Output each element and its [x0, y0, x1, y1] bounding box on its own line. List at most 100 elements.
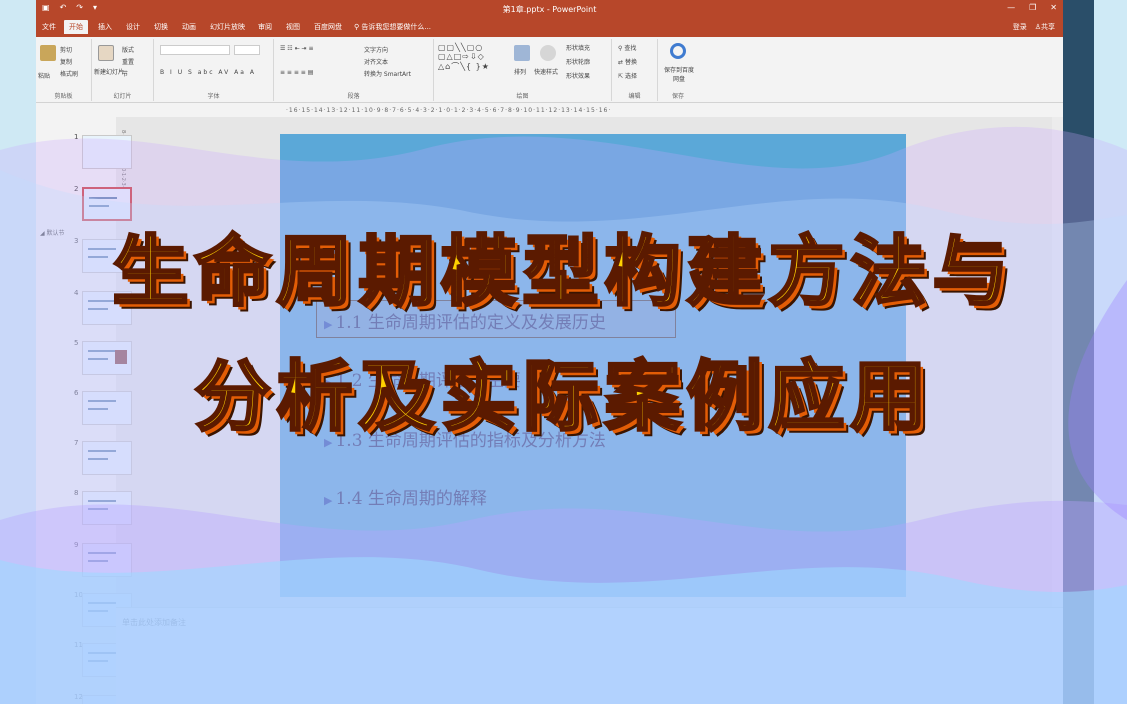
replace-label: 替换: [624, 59, 637, 66]
reset-button[interactable]: 重置: [122, 57, 134, 66]
group-label-font: 字体: [207, 93, 220, 100]
thumbnail-text-line: [88, 560, 108, 562]
shape-fill-button[interactable]: 形状填充: [566, 43, 590, 52]
ribbon: 粘贴 剪切 复制 格式刷 剪贴板 新建幻灯片 版式 重置 节 幻灯片 B I U…: [36, 37, 1063, 103]
group-label-save: 保存: [671, 93, 684, 100]
list-buttons[interactable]: ☰ ☷ ⇤ ⇥ ≡: [280, 45, 313, 52]
group-font: B I U S abc AV Aa A 字体: [154, 39, 274, 101]
headline-line-2: 分析及实际案例应用: [193, 351, 933, 443]
select-button[interactable]: ⇱ 选择: [618, 71, 637, 80]
thumbnail-text-line: [88, 602, 116, 604]
thumbnail-text-line: [88, 500, 116, 502]
tab-view[interactable]: 视图: [286, 22, 300, 32]
tell-me-search[interactable]: ⚲ 告诉我您想要做什么...: [354, 22, 431, 32]
slide-thumbnail[interactable]: [82, 441, 132, 475]
thumbnail-text-line: [88, 450, 116, 452]
window-title: 第1章.pptx - PowerPoint: [502, 5, 597, 14]
window-controls: — ❐ ✕: [1007, 3, 1057, 12]
paste-icon[interactable]: [40, 45, 56, 61]
thumbnail-text-line: [88, 660, 108, 662]
arrange-icon[interactable]: [514, 45, 530, 61]
format-painter-button[interactable]: 格式刷: [60, 69, 78, 78]
smartart-button[interactable]: 转换为 SmartArt: [364, 69, 411, 78]
shape-effects-button[interactable]: 形状效果: [566, 71, 590, 80]
cut-button[interactable]: 剪切: [60, 45, 72, 54]
shape-outline-button[interactable]: 形状轮廓: [566, 57, 590, 66]
tell-me-text: 告诉我您想要做什么...: [361, 23, 432, 31]
slide-thumbnail[interactable]: [82, 491, 132, 525]
slide-number: 8: [74, 489, 79, 497]
share-button[interactable]: ♙共享: [1035, 22, 1055, 32]
thumbnail-text-line: [88, 610, 108, 612]
close-button[interactable]: ✕: [1050, 3, 1057, 12]
slide-number: 1: [74, 133, 79, 141]
share-label: 共享: [1041, 23, 1055, 31]
group-drawing: ▢▢╲╲▢○ ▢△□⇨⇩◇ △⌂⌒╲{ }★ 排列 快速样式 形状填充 形状轮廓 形…: [434, 39, 612, 101]
thumbnail-text-line: [88, 552, 116, 554]
find-label: 查找: [624, 45, 637, 52]
align-buttons[interactable]: ≡ ≡ ≡ ≡ ▤: [280, 69, 313, 76]
slide-number: 9: [74, 541, 79, 549]
thumbnail-text-line: [88, 508, 108, 510]
layout-button[interactable]: 版式: [122, 45, 134, 54]
align-text-button[interactable]: 对齐文本: [364, 57, 388, 66]
tab-file[interactable]: 文件: [42, 22, 56, 32]
thumbnail-text-line: [88, 652, 116, 654]
find-button[interactable]: ⚲ 查找: [618, 43, 636, 52]
thumbnail-text-line: [89, 205, 109, 207]
minimize-button[interactable]: —: [1007, 3, 1015, 12]
tab-review[interactable]: 审阅: [258, 22, 272, 32]
font-size-select[interactable]: [234, 45, 260, 55]
tab-animations[interactable]: 动画: [182, 22, 196, 32]
quick-styles-icon[interactable]: [540, 45, 556, 61]
ribbon-tabs: 文件 开始 插入 设计 切换 动画 幻灯片放映 审阅 视图 百度网盘 ⚲ 告诉我…: [36, 17, 1063, 37]
tab-slideshow[interactable]: 幻灯片放映: [210, 22, 245, 32]
text-direction-button[interactable]: 文字方向: [364, 45, 388, 54]
group-label-slides: 幻灯片: [113, 93, 132, 100]
tab-home[interactable]: 开始: [64, 20, 88, 34]
notes-pane[interactable]: 单击此处添加备注: [116, 607, 1063, 704]
arrange-button[interactable]: 排列: [514, 67, 526, 76]
group-save: 保存到百度网盘 保存: [658, 39, 698, 101]
group-label-paragraph: 段落: [347, 93, 360, 100]
section-button[interactable]: 节: [122, 69, 128, 78]
group-label-editing: 编辑: [628, 93, 641, 100]
font-name-select[interactable]: [160, 45, 230, 55]
replace-button[interactable]: ⇄ 替换: [618, 57, 637, 66]
bullet-triangle-icon: ▶: [324, 494, 333, 507]
horizontal-ruler: ·16·15·14·13·12·11·10·9·8·7·6·5·4·3·2·1·…: [286, 107, 612, 114]
baidu-cloud-icon[interactable]: [670, 43, 686, 59]
headline-line-1: 生命周期模型构建方法与: [111, 226, 1015, 318]
account-area: 登录 ♙共享: [1013, 22, 1055, 32]
tab-design[interactable]: 设计: [126, 22, 140, 32]
group-editing: ⚲ 查找 ⇄ 替换 ⇱ 选择 编辑: [612, 39, 658, 101]
title-bar: ▣ ↶ ↷ ▾ 第1章.pptx - PowerPoint — ❐ ✕: [36, 0, 1063, 17]
login-link[interactable]: 登录: [1013, 22, 1027, 32]
quick-styles-button[interactable]: 快速样式: [534, 67, 558, 76]
select-label: 选择: [624, 73, 637, 80]
slide-thumbnail[interactable]: [82, 543, 132, 577]
thumbnail-text-line: [88, 458, 108, 460]
slide-thumbnail[interactable]: [82, 135, 132, 169]
bullet-item[interactable]: ▶ 1.4 生命周期的解释: [324, 484, 487, 509]
copy-button[interactable]: 复制: [60, 57, 72, 66]
slide-number: 2: [74, 185, 79, 193]
group-clipboard: 粘贴 剪切 复制 格式刷 剪贴板: [36, 39, 92, 101]
notes-placeholder: 单击此处添加备注: [122, 618, 186, 627]
new-slide-icon[interactable]: [98, 45, 114, 61]
shapes-gallery[interactable]: ▢▢╲╲▢○ ▢△□⇨⇩◇ △⌂⌒╲{ }★: [438, 43, 490, 72]
select-icon: ⇱: [618, 73, 625, 80]
paste-button[interactable]: 粘贴: [38, 71, 50, 80]
group-label-drawing: 绘图: [516, 93, 529, 100]
save-to-netdisk-button[interactable]: 保存到百度网盘: [662, 65, 696, 83]
replace-icon: ⇄: [618, 59, 625, 66]
font-format-buttons[interactable]: B I U S abc AV Aa A: [160, 69, 256, 76]
tab-transitions[interactable]: 切换: [154, 22, 168, 32]
tab-insert[interactable]: 插入: [98, 22, 112, 32]
tab-baidu-netdisk[interactable]: 百度网盘: [314, 22, 342, 32]
thumbnail-text-line: [89, 197, 117, 199]
new-slide-button[interactable]: 新建幻灯片: [94, 67, 124, 76]
group-paragraph: ☰ ☷ ⇤ ⇥ ≡ ≡ ≡ ≡ ≡ ▤ 文字方向 对齐文本 转换为 SmartA…: [274, 39, 434, 101]
bullet-text: 1.4 生命周期的解释: [335, 489, 487, 509]
restore-button[interactable]: ❐: [1029, 3, 1036, 12]
